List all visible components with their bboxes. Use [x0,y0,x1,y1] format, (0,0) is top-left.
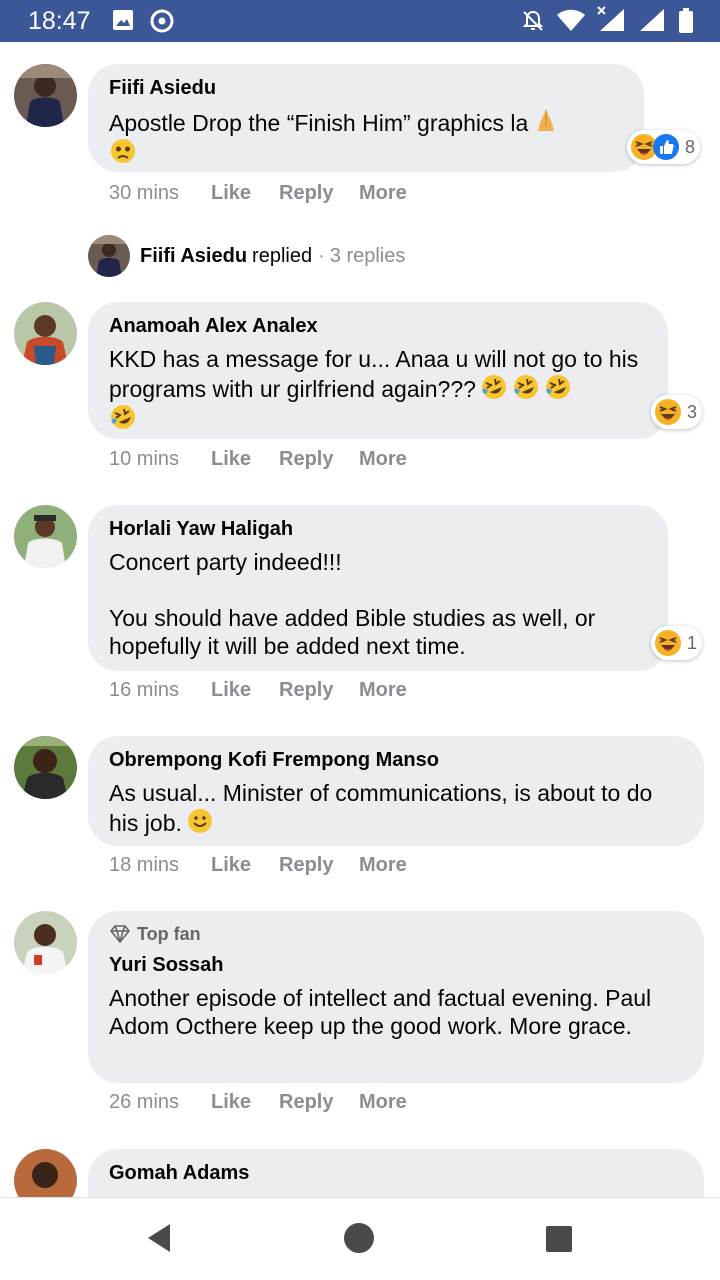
more-button[interactable]: More [359,1091,407,1114]
more-button[interactable]: More [359,182,407,205]
smile-emoji [187,809,212,833]
reply-separator: · [318,244,325,267]
top-fan-badge: Top fan [109,923,683,945]
rofl-emoji [111,405,135,429]
comment-time[interactable]: 16 mins [109,679,211,702]
comment-author[interactable]: Obrempong Kofi Frempong Manso [109,748,683,772]
sad-emoji [111,139,135,163]
reply-button[interactable]: Reply [279,182,359,205]
view-replies-link[interactable]: Fiifi Asiedu replied · 3 replies [88,235,405,277]
reply-author[interactable]: Fiifi Asiedu [140,245,247,268]
reply-avatar [88,235,130,277]
comment-author[interactable]: Yuri Sossah [109,953,683,977]
back-icon[interactable] [144,1222,174,1254]
like-button[interactable]: Like [211,1091,279,1114]
like-button[interactable]: Like [211,448,279,471]
rofl-emoji [513,375,538,399]
avatar[interactable] [14,302,77,365]
more-button[interactable]: More [359,679,407,702]
comment-author[interactable]: Fiifi Asiedu [109,76,623,100]
comment-author[interactable]: Horlali Yaw Haligah [109,517,647,541]
diamond-icon [109,925,131,943]
comment-time[interactable]: 26 mins [109,1091,211,1114]
wifi-icon [557,9,585,31]
top-fan-label: Top fan [137,924,201,944]
like-button[interactable]: Like [211,182,279,205]
reply-button[interactable]: Reply [279,1091,359,1114]
haha-reaction-icon [655,630,681,656]
comment-actions: 10 mins Like Reply More [109,448,407,471]
status-time: 18:47 [28,7,91,35]
comment-feed[interactable]: Fiifi Asiedu Apostle Drop the “Finish Hi… [0,42,720,1197]
like-button[interactable]: Like [211,679,279,702]
folded-hands-emoji [538,110,555,131]
reaction-summary[interactable]: 8 [627,130,701,164]
status-bar: 18:47 [0,0,720,42]
comment-text: Apostle Drop the “Finish Him” graphics l… [109,107,623,167]
comment-bubble[interactable]: Gomah Adams [88,1149,704,1197]
comment-time[interactable]: 18 mins [109,854,211,877]
reaction-count: 3 [687,401,698,422]
comment-bubble[interactable]: Fiifi Asiedu Apostle Drop the “Finish Hi… [88,64,644,172]
rofl-emoji [545,375,570,399]
comment-time[interactable]: 10 mins [109,448,211,471]
comment-actions: 30 mins Like Reply More [109,182,407,205]
battery-icon [679,8,693,33]
reply-action: replied [252,244,313,267]
reaction-count: 1 [687,632,698,653]
comment-actions: 16 mins Like Reply More [109,679,407,702]
reply-button[interactable]: Reply [279,448,359,471]
navigation-bar [0,1197,720,1280]
chrome-icon [150,9,174,33]
avatar[interactable] [14,911,77,974]
reaction-count: 8 [685,136,696,157]
avatar[interactable] [14,1149,77,1197]
comment-bubble[interactable]: Obrempong Kofi Frempong Manso As usual..… [88,736,704,846]
avatar[interactable] [14,736,77,799]
notifications-off-icon [522,10,544,31]
reply-count[interactable]: 3 replies [330,245,406,268]
comment-bubble[interactable]: Horlali Yaw Haligah Concert party indeed… [88,505,668,671]
more-button[interactable]: More [359,854,407,877]
like-reaction-icon [653,134,679,160]
haha-reaction-icon [655,399,681,425]
image-icon [113,10,133,30]
comment-actions: 26 mins Like Reply More [109,1091,407,1114]
like-button[interactable]: Like [211,854,279,877]
more-button[interactable]: More [359,448,407,471]
home-icon[interactable] [343,1222,375,1254]
comment-text: Concert party indeed!!! You should have … [109,549,596,659]
comment-text: As usual... Minister of communications, … [109,780,659,836]
comment-bubble[interactable]: Anamoah Alex Analex KKD has a message fo… [88,302,668,439]
avatar[interactable] [14,64,77,127]
comment-bubble[interactable]: Top fan Yuri Sossah Another episode of i… [88,911,704,1083]
rofl-emoji [481,375,506,399]
comment-author[interactable]: Gomah Adams [109,1161,683,1185]
comment-time[interactable]: 30 mins [109,182,211,205]
comment-text: KKD has a message for u... Anaa u will n… [109,345,647,433]
comment-actions: 18 mins Like Reply More [109,854,407,877]
recents-icon[interactable] [545,1225,573,1253]
signal-icon [640,9,664,31]
signal-x-icon [597,6,624,31]
comment-text: Another episode of intellect and factual… [109,985,657,1039]
comment-author[interactable]: Anamoah Alex Analex [109,314,647,338]
reply-button[interactable]: Reply [279,679,359,702]
avatar[interactable] [14,505,77,568]
reaction-summary[interactable]: 1 [651,626,703,660]
reaction-summary[interactable]: 3 [651,395,703,429]
reply-button[interactable]: Reply [279,854,359,877]
